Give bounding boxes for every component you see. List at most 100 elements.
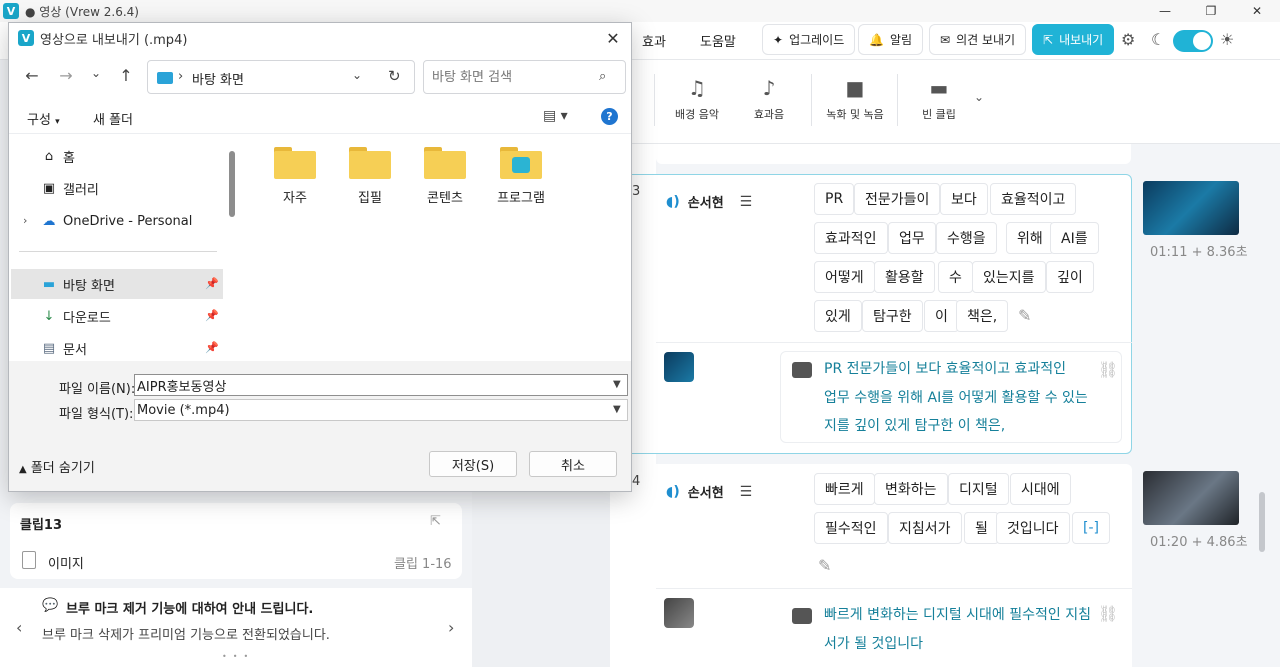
folder-item[interactable]: 집필	[334, 147, 406, 206]
pin-icon[interactable]: 📌	[205, 309, 219, 322]
upgrade-button[interactable]: ✦ 업그레이드	[762, 24, 856, 55]
up-arrow-icon[interactable]: ↑	[115, 66, 137, 85]
word-chip[interactable]: 빠르게	[814, 473, 875, 505]
nav-item-label: 바탕 화면	[63, 278, 115, 294]
clip-preview-thumbnail[interactable]	[1143, 471, 1239, 525]
word-chip[interactable]: 효율적이고	[990, 183, 1077, 215]
clip-media-thumbnail[interactable]	[664, 598, 694, 628]
theme-toggle[interactable]	[1173, 30, 1213, 52]
alarm-button[interactable]: 🔔 알림	[858, 24, 924, 55]
word-chip[interactable]: 필수적인	[814, 512, 888, 544]
word-chip[interactable]: 효과적인	[814, 222, 888, 254]
chevron-right-icon[interactable]: ›	[448, 618, 454, 637]
nav-item-documents[interactable]: ▤ 문서 📌	[11, 333, 223, 363]
word-chip[interactable]: 있는지를	[972, 261, 1046, 293]
new-folder-button[interactable]: 새 폴더	[93, 109, 133, 128]
feedback-button[interactable]: ✉ 의견 보내기	[929, 24, 1027, 55]
external-link-icon[interactable]: ⇱	[430, 514, 441, 529]
back-arrow-icon[interactable]: ←	[21, 66, 43, 85]
word-chip[interactable]: 지침서가	[888, 512, 962, 544]
close-icon[interactable]: ✕	[601, 27, 625, 49]
caret-up-icon: ▲	[19, 464, 27, 475]
word-chip[interactable]: 시대에	[1010, 473, 1071, 505]
clip-media-thumbnail[interactable]	[664, 352, 694, 382]
word-chip[interactable]: 이	[924, 300, 959, 332]
word-chip[interactable]: 디지털	[948, 473, 1009, 505]
word-chip[interactable]: 업무	[888, 222, 936, 254]
menu-effects[interactable]: 효과	[642, 31, 666, 50]
sliders-icon[interactable]: ☰	[740, 194, 753, 210]
editor-scrollbar[interactable]	[1259, 492, 1265, 552]
word-chip[interactable]: AI를	[1050, 222, 1099, 254]
word-chip[interactable]: 있게	[814, 300, 862, 332]
unlink-icon[interactable]: ⛓	[1098, 360, 1118, 379]
search-input[interactable]	[423, 60, 626, 94]
unlink-icon[interactable]: ⛓	[1098, 604, 1118, 623]
refresh-icon[interactable]: ↻	[388, 67, 401, 85]
nav-item-home[interactable]: ⌂ 홈	[11, 141, 223, 171]
speaker-label[interactable]: ◖) 손서현 ☰	[666, 192, 753, 212]
nav-item-gallery[interactable]: ▣ 갤러리	[11, 173, 223, 203]
pencil-icon[interactable]: ✎	[1018, 306, 1031, 325]
word-chip[interactable]: 수행을	[936, 222, 997, 254]
subtitle-line: 지를 깊이 있게 탐구한 이 책은,	[824, 418, 1006, 434]
word-chip[interactable]: 될	[964, 512, 999, 544]
maximize-button[interactable]: ❐	[1188, 0, 1234, 22]
recent-locations-chevron-icon[interactable]: ⌄	[85, 66, 107, 80]
word-chip[interactable]: 책은,	[956, 300, 1009, 332]
ribbon-sfx-button[interactable]: ♪ 효과음	[724, 76, 814, 122]
word-chip[interactable]: 변화하는	[874, 473, 948, 505]
chevron-down-icon[interactable]: ⌄	[352, 68, 362, 82]
close-window-button[interactable]: ✕	[1234, 0, 1280, 22]
organize-button[interactable]: 구성 ▾	[27, 109, 60, 128]
chevron-down-icon[interactable]: ⌄	[974, 90, 984, 104]
speaker-icon: ◖)	[666, 193, 680, 210]
word-chip[interactable]: 어떻게	[814, 261, 875, 293]
export-button[interactable]: ⇱ 내보내기	[1032, 24, 1115, 55]
chevron-left-icon[interactable]: ‹	[16, 618, 22, 637]
chevron-down-icon[interactable]: ▼	[613, 404, 621, 415]
hide-folders-button[interactable]: ▲ 폴더 숨기기	[19, 457, 95, 476]
filename-input[interactable]	[134, 374, 628, 396]
word-chip[interactable]: 수	[938, 261, 973, 293]
pencil-icon[interactable]: ✎	[818, 556, 831, 575]
pin-icon[interactable]: 📌	[205, 277, 219, 290]
ribbon-empty-clip-button[interactable]: ▬ 빈 클립	[894, 76, 984, 122]
nav-item-downloads[interactable]: ↓ 다운로드 📌	[11, 301, 223, 331]
pin-icon[interactable]: 📌	[205, 341, 219, 354]
chevron-down-icon[interactable]: ▼	[613, 379, 621, 390]
nav-item-onedrive[interactable]: ☁ OneDrive - Personal	[11, 206, 223, 236]
silence-chip[interactable]: [-]	[1072, 512, 1110, 544]
word-chip[interactable]: 것입니다	[996, 512, 1070, 544]
help-icon[interactable]: ?	[601, 108, 618, 125]
sliders-icon[interactable]: ☰	[740, 484, 753, 500]
minimize-button[interactable]: —	[1142, 0, 1188, 22]
word-chip[interactable]: PR	[814, 183, 855, 215]
clip-item-label: 이미지	[48, 557, 84, 572]
word-chip[interactable]: 깊이	[1046, 261, 1094, 293]
clip-preview-thumbnail[interactable]	[1143, 181, 1239, 235]
notice-card[interactable]: 💬 브루 마크 제거 기능에 대하여 안내 드립니다. 브루 마크 삭제가 프리…	[0, 588, 472, 667]
speaker-label[interactable]: ◖) 손서현 ☰	[666, 482, 753, 502]
nav-scrollbar[interactable]	[229, 151, 235, 217]
menu-help[interactable]: 도움말	[700, 31, 736, 50]
word-chip[interactable]: 위해	[1006, 222, 1054, 254]
word-chip[interactable]: 탐구한	[862, 300, 923, 332]
nav-item-desktop[interactable]: ▬ 바탕 화면 📌	[11, 269, 223, 299]
filetype-select[interactable]: Movie (*.mp4)	[134, 399, 628, 421]
word-chip[interactable]: 보다	[940, 183, 988, 215]
hide-folders-label: 폴더 숨기기	[30, 461, 95, 476]
folder-item[interactable]: 프로그램	[485, 147, 557, 206]
word-chip[interactable]: 활용할	[874, 261, 935, 293]
clip-card[interactable]: 클립13 ⇱ 이미지 클립 1-16	[10, 503, 462, 579]
save-button[interactable]: 저장(S)	[429, 451, 517, 477]
word-chip[interactable]: 전문가들이	[854, 183, 941, 215]
folder-item[interactable]: 자주	[259, 147, 331, 206]
forward-arrow-icon[interactable]: →	[55, 66, 77, 85]
cancel-button[interactable]: 취소	[529, 451, 617, 477]
view-options-icon[interactable]: ▤ ▾	[543, 108, 568, 124]
ribbon-record-button[interactable]: ■ 녹화 및 녹음	[810, 76, 900, 122]
gear-icon[interactable]: ⚙	[1121, 30, 1135, 49]
address-bar[interactable]: › 바탕 화면 ⌄ ↻	[147, 60, 415, 94]
folder-item[interactable]: 콘텐츠	[409, 147, 481, 206]
